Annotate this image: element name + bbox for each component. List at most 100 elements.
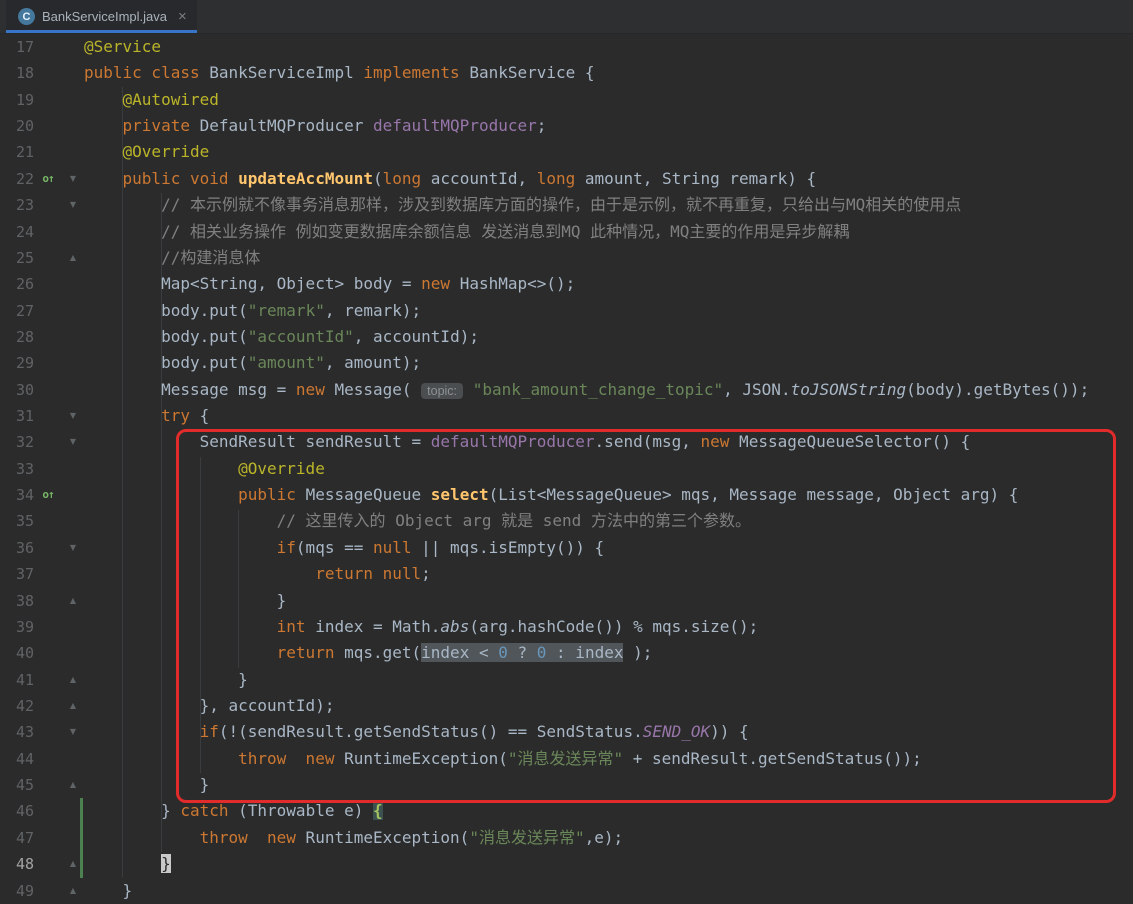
line-number[interactable]: 48: [0, 851, 34, 877]
code-line-26[interactable]: 26 Map<String, Object> body = new HashMa…: [0, 271, 1133, 297]
fold-up-icon[interactable]: ▲: [62, 667, 84, 693]
line-number[interactable]: 41: [0, 667, 34, 693]
code-line-49[interactable]: 49▲ }: [0, 878, 1133, 904]
code-line-43[interactable]: 43▼ if(!(sendResult.getSendStatus() == S…: [0, 719, 1133, 745]
code-text: body.put("amount", amount);: [84, 350, 421, 376]
line-number[interactable]: 38: [0, 588, 34, 614]
line-number[interactable]: 36: [0, 535, 34, 561]
line-number[interactable]: 20: [0, 113, 34, 139]
tab-bankserviceimpl-java[interactable]: C BankServiceImpl.java ×: [6, 0, 197, 33]
fold-down-icon[interactable]: ▼: [62, 192, 84, 218]
code-line-38[interactable]: 38▲ }: [0, 588, 1133, 614]
line-number[interactable]: 35: [0, 508, 34, 534]
code-line-29[interactable]: 29 body.put("amount", amount);: [0, 350, 1133, 376]
code-line-32[interactable]: 32▼ SendResult sendResult = defaultMQPro…: [0, 429, 1133, 455]
fold-down-icon[interactable]: ▼: [62, 719, 84, 745]
line-number[interactable]: 32: [0, 429, 34, 455]
line-number[interactable]: 19: [0, 87, 34, 113]
gutter-spacer: [34, 878, 62, 904]
fold-up-icon[interactable]: ▲: [62, 693, 84, 719]
line-number[interactable]: 45: [0, 772, 34, 798]
line-number[interactable]: 22: [0, 166, 34, 192]
line-number[interactable]: 21: [0, 139, 34, 165]
gutter-spacer: [34, 825, 62, 851]
line-number[interactable]: 24: [0, 219, 34, 245]
line-number[interactable]: 17: [0, 34, 34, 60]
line-number[interactable]: 37: [0, 561, 34, 587]
code-line-31[interactable]: 31▼ try {: [0, 403, 1133, 429]
code-line-37[interactable]: 37 return null;: [0, 561, 1133, 587]
code-editor[interactable]: 17@Service18public class BankServiceImpl…: [0, 34, 1133, 904]
line-number[interactable]: 33: [0, 456, 34, 482]
code-line-22[interactable]: 22o↑▼ public void updateAccMount(long ac…: [0, 166, 1133, 192]
gutter-spacer: [34, 192, 62, 218]
code-line-23[interactable]: 23▼ // 本示例就不像事务消息那样，涉及到数据库方面的操作，由于是示例，就不…: [0, 192, 1133, 218]
line-number[interactable]: 18: [0, 60, 34, 86]
code-text: return mqs.get(index < 0 ? 0 : index );: [84, 640, 652, 666]
code-line-45[interactable]: 45▲ }: [0, 772, 1133, 798]
fold-up-icon[interactable]: ▲: [62, 878, 84, 904]
fold-spacer: [62, 139, 84, 165]
gutter-spacer: [34, 377, 62, 403]
line-number[interactable]: 40: [0, 640, 34, 666]
fold-spacer: [62, 324, 84, 350]
code-line-24[interactable]: 24 // 相关业务操作 例如变更数据库余额信息 发送消息到MQ 此种情况，MQ…: [0, 219, 1133, 245]
gutter: 32 ▼: [0, 429, 84, 455]
override-gutter-icon[interactable]: o↑: [34, 166, 62, 192]
line-number[interactable]: 25: [0, 245, 34, 271]
code-line-42[interactable]: 42▲ }, accountId);: [0, 693, 1133, 719]
line-number[interactable]: 42: [0, 693, 34, 719]
fold-down-icon[interactable]: ▼: [62, 166, 84, 192]
line-number[interactable]: 46: [0, 798, 34, 824]
line-number[interactable]: 23: [0, 192, 34, 218]
code-line-44[interactable]: 44 throw new RuntimeException("消息发送异常" +…: [0, 746, 1133, 772]
code-line-47[interactable]: 47 throw new RuntimeException("消息发送异常",e…: [0, 825, 1133, 851]
code-line-35[interactable]: 35 // 这里传入的 Object arg 就是 send 方法中的第三个参数…: [0, 508, 1133, 534]
line-number[interactable]: 26: [0, 271, 34, 297]
line-number[interactable]: 27: [0, 298, 34, 324]
code-text: body.put("remark", remark);: [84, 298, 421, 324]
gutter-spacer: [34, 746, 62, 772]
code-line-34[interactable]: 34o↑ public MessageQueue select(List<Mes…: [0, 482, 1133, 508]
fold-down-icon[interactable]: ▼: [62, 535, 84, 561]
fold-spacer: [62, 746, 84, 772]
code-line-21[interactable]: 21 @Override: [0, 139, 1133, 165]
code-line-40[interactable]: 40 return mqs.get(index < 0 ? 0 : index …: [0, 640, 1133, 666]
line-number[interactable]: 49: [0, 878, 34, 904]
code-line-25[interactable]: 25▲ //构建消息体: [0, 245, 1133, 271]
code-line-39[interactable]: 39 int index = Math.abs(arg.hashCode()) …: [0, 614, 1133, 640]
code-line-28[interactable]: 28 body.put("accountId", accountId);: [0, 324, 1133, 350]
code-line-18[interactable]: 18public class BankServiceImpl implement…: [0, 60, 1133, 86]
code-line-48[interactable]: 48▲ }: [0, 851, 1133, 877]
line-number[interactable]: 31: [0, 403, 34, 429]
code-line-41[interactable]: 41▲ }: [0, 667, 1133, 693]
line-number[interactable]: 30: [0, 377, 34, 403]
line-number[interactable]: 43: [0, 719, 34, 745]
line-number[interactable]: 29: [0, 350, 34, 376]
line-number[interactable]: 28: [0, 324, 34, 350]
line-number[interactable]: 34: [0, 482, 34, 508]
code-line-30[interactable]: 30 Message msg = new Message( topic: "ba…: [0, 377, 1133, 403]
fold-up-icon[interactable]: ▲: [62, 245, 84, 271]
code-line-20[interactable]: 20 private DefaultMQProducer defaultMQPr…: [0, 113, 1133, 139]
line-number[interactable]: 47: [0, 825, 34, 851]
gutter-spacer: [34, 614, 62, 640]
code-line-33[interactable]: 33 @Override: [0, 456, 1133, 482]
fold-down-icon[interactable]: ▼: [62, 429, 84, 455]
fold-up-icon[interactable]: ▲: [62, 588, 84, 614]
code-line-27[interactable]: 27 body.put("remark", remark);: [0, 298, 1133, 324]
override-gutter-icon[interactable]: o↑: [34, 482, 62, 508]
code-line-36[interactable]: 36▼ if(mqs == null || mqs.isEmpty()) {: [0, 535, 1133, 561]
code-text: }: [84, 851, 171, 877]
gutter-spacer: [34, 245, 62, 271]
code-line-19[interactable]: 19 @Autowired: [0, 87, 1133, 113]
fold-spacer: [62, 482, 84, 508]
line-number[interactable]: 39: [0, 614, 34, 640]
tab-close-icon[interactable]: ×: [178, 8, 187, 25]
code-line-46[interactable]: 46 } catch (Throwable e) {: [0, 798, 1133, 824]
code-line-17[interactable]: 17@Service: [0, 34, 1133, 60]
fold-down-icon[interactable]: ▼: [62, 403, 84, 429]
line-number[interactable]: 44: [0, 746, 34, 772]
code-text: body.put("accountId", accountId);: [84, 324, 479, 350]
fold-up-icon[interactable]: ▲: [62, 772, 84, 798]
